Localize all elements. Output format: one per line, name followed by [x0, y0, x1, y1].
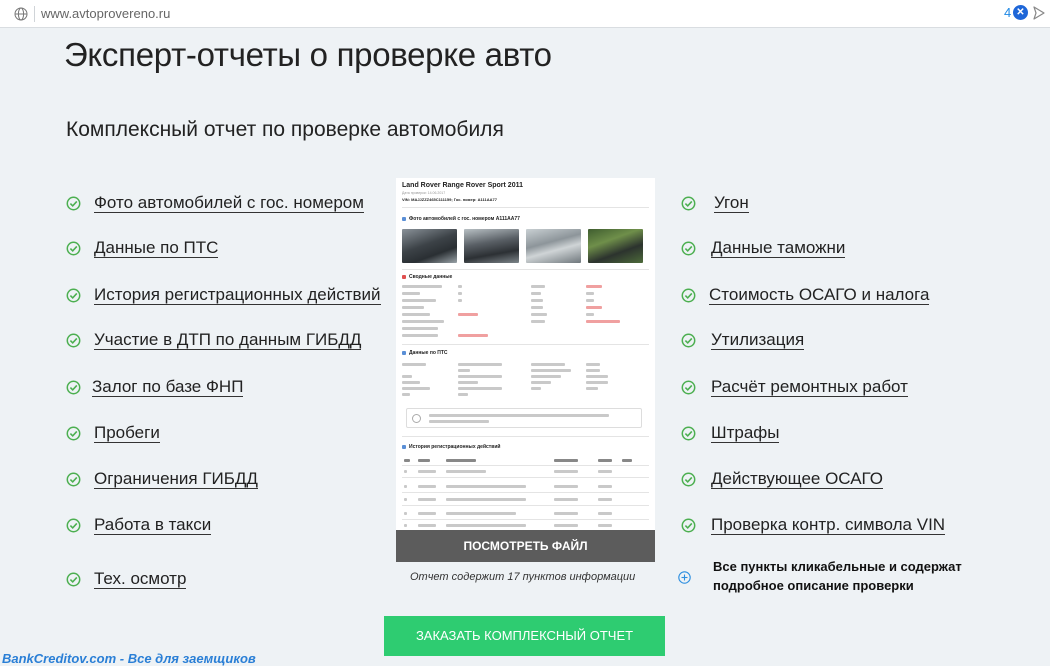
- globe-icon: [14, 7, 28, 21]
- check-circle-icon: [66, 426, 81, 440]
- feature-left-4[interactable]: Участие в ДТП по данным ГИБДД: [66, 328, 362, 352]
- feature-label[interactable]: Ограничения ГИБДД: [94, 469, 258, 489]
- feature-label[interactable]: Проверка контр. символа VIN: [711, 515, 946, 535]
- feature-left-3[interactable]: История регистрационных действий: [66, 283, 381, 307]
- car-photo: [402, 229, 457, 263]
- feature-left-9[interactable]: Тех. осмотр: [66, 567, 187, 591]
- feature-right-4[interactable]: Утилизация: [681, 328, 805, 352]
- view-file-button[interactable]: ПОСМОТРЕТЬ ФАЙЛ: [396, 530, 655, 562]
- clickable-note: Все пункты кликабельные и содержат подро…: [713, 559, 962, 593]
- feature-right-1[interactable]: Угон: [681, 191, 749, 215]
- url-field[interactable]: www.avtoprovereno.ru: [41, 6, 170, 21]
- feature-label[interactable]: Данные таможни: [711, 238, 846, 258]
- check-circle-icon: [681, 196, 696, 210]
- preview-caption: Отчет содержит 17 пунктов информации: [410, 571, 636, 583]
- browser-address-bar: www.avtoprovereno.ru 4 ✕: [0, 0, 1050, 28]
- check-circle-icon: [66, 288, 81, 302]
- feature-right-3[interactable]: Стоимость ОСАГО и налога: [681, 283, 930, 307]
- car-photo: [464, 229, 519, 263]
- check-circle-icon: [681, 426, 696, 440]
- extension-badge-icon[interactable]: ✕: [1013, 5, 1028, 20]
- preview-section-pts: Данные по ПТС: [402, 350, 448, 356]
- feature-label[interactable]: Действующее ОСАГО: [711, 469, 884, 489]
- preview-meta: Дата проверки: 14.06.2017: [402, 191, 446, 195]
- url-divider: [34, 6, 35, 22]
- feature-right-6[interactable]: Штрафы: [681, 421, 780, 445]
- order-report-button[interactable]: ЗАКАЗАТЬ КОМПЛЕКСНЫЙ ОТЧЕТ: [384, 616, 665, 656]
- check-circle-icon: [66, 472, 81, 486]
- feature-label[interactable]: Утилизация: [711, 330, 805, 350]
- car-photo: [526, 229, 581, 263]
- report-preview[interactable]: Land Rover Range Rover Sport 2011 Дата п…: [396, 178, 655, 562]
- feature-label[interactable]: Залог по базе ФНП: [92, 377, 244, 397]
- check-circle-icon: [66, 518, 81, 532]
- extension-count[interactable]: 4: [1004, 5, 1011, 20]
- feature-left-2[interactable]: Данные по ПТС: [66, 236, 219, 260]
- feature-left-8[interactable]: Работа в такси: [66, 513, 212, 537]
- check-circle-icon: [66, 380, 81, 394]
- feature-left-5[interactable]: Залог по базе ФНП: [66, 375, 244, 399]
- feature-label[interactable]: Стоимость ОСАГО и налога: [709, 285, 930, 305]
- feature-label[interactable]: Данные по ПТС: [94, 238, 219, 258]
- check-circle-icon: [66, 333, 81, 347]
- preview-divider: [402, 207, 649, 208]
- check-circle-icon: [681, 333, 696, 347]
- check-circle-icon: [681, 518, 696, 532]
- check-circle-icon: [66, 572, 81, 586]
- feature-right-8[interactable]: Проверка контр. символа VIN: [681, 513, 946, 537]
- preview-section-history: История регистрационных действий: [402, 444, 500, 450]
- check-circle-icon: [681, 380, 696, 394]
- feature-right-5[interactable]: Расчёт ремонтных работ: [681, 375, 908, 399]
- preview-vin: VIN: MAJJZZZ465C111159; Гос. номер: А111…: [402, 197, 497, 202]
- feature-label[interactable]: Штрафы: [711, 423, 780, 443]
- feature-label[interactable]: Работа в такси: [94, 515, 212, 535]
- check-circle-icon: [681, 472, 696, 486]
- feature-label[interactable]: История регистрационных действий: [94, 285, 381, 305]
- preview-section-photos: Фото автомобилей с гос. номером А111АА77: [402, 216, 520, 222]
- page-subtitle: Комплексный отчет по проверке автомобиля: [66, 118, 504, 141]
- car-photo: [588, 229, 643, 263]
- feature-label[interactable]: Угон: [714, 193, 749, 213]
- preview-section-summary: Сводные данные: [402, 274, 452, 280]
- feature-right-2[interactable]: Данные таможни: [681, 236, 846, 260]
- preview-note: [406, 408, 642, 428]
- page-title: Эксперт-отчеты о проверке авто: [64, 36, 552, 73]
- check-circle-icon: [681, 241, 696, 255]
- feature-label[interactable]: Тех. осмотр: [94, 569, 187, 589]
- preview-report-title: Land Rover Range Rover Sport 2011: [402, 182, 523, 189]
- feature-label[interactable]: Пробеги: [94, 423, 160, 443]
- feature-right-7[interactable]: Действующее ОСАГО: [681, 467, 884, 491]
- check-circle-icon: [66, 196, 81, 210]
- feature-label[interactable]: Фото автомобилей с гос. номером: [94, 193, 364, 213]
- check-circle-icon: [66, 241, 81, 255]
- check-circle-icon: [681, 288, 696, 302]
- plus-circle-icon: [678, 571, 691, 584]
- feature-label[interactable]: Расчёт ремонтных работ: [711, 377, 908, 397]
- feature-label[interactable]: Участие в ДТП по данным ГИБДД: [94, 330, 362, 350]
- send-icon[interactable]: [1033, 6, 1045, 20]
- watermark: BankCreditov.com - Все для заемщиков: [2, 651, 256, 666]
- feature-left-1[interactable]: Фото автомобилей с гос. номером: [66, 191, 364, 215]
- feature-left-7[interactable]: Ограничения ГИБДД: [66, 467, 258, 491]
- feature-left-6[interactable]: Пробеги: [66, 421, 160, 445]
